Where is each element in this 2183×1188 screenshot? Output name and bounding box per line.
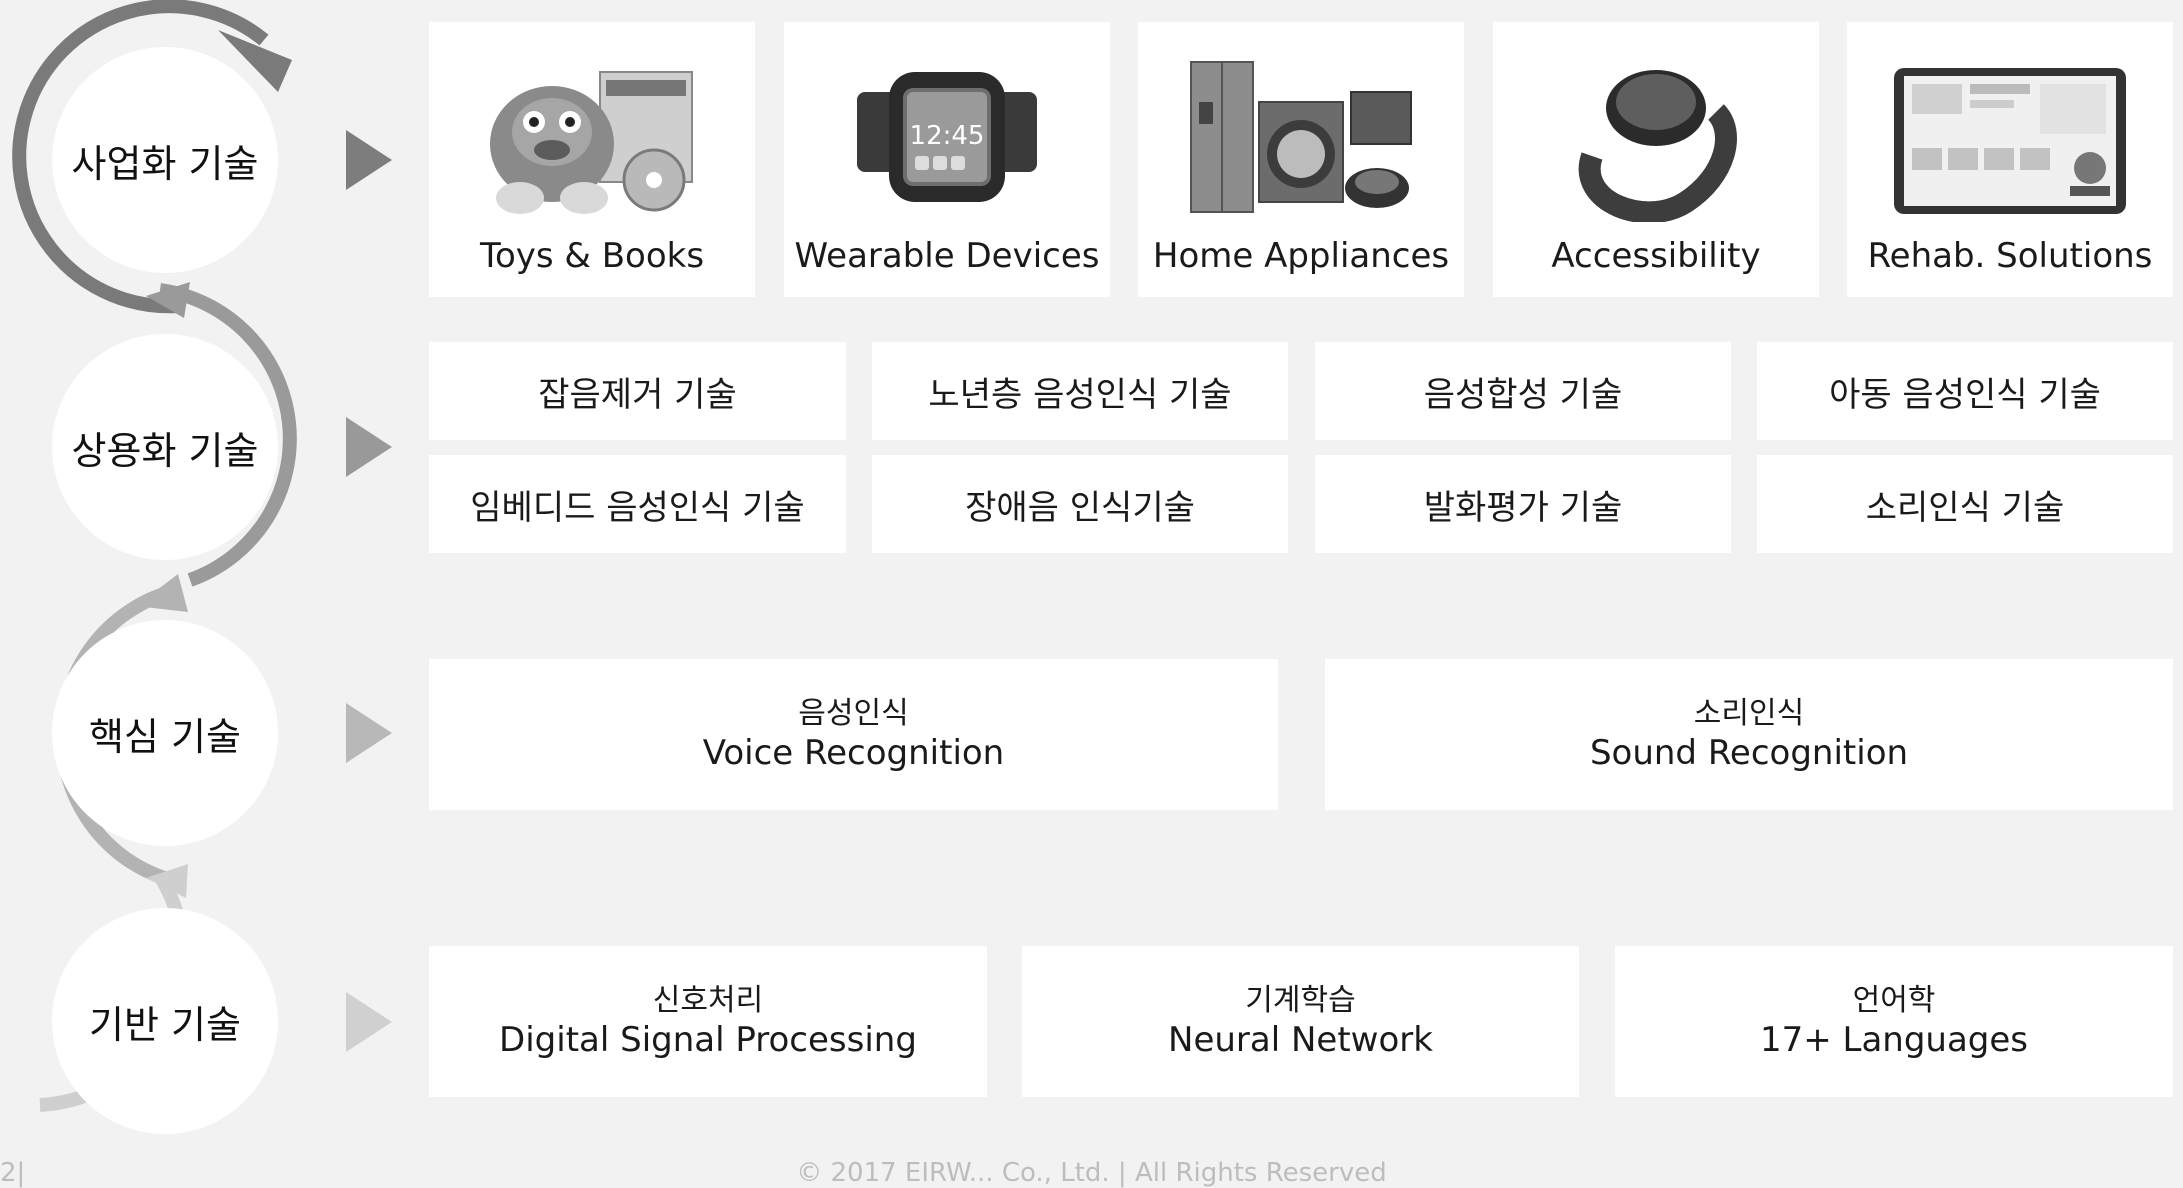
tech-label: 장애음 인식기술 [965, 487, 1195, 528]
tech-label: 발화평가 기술 [1423, 487, 1623, 528]
base-tech-korean: 신호처리 [652, 983, 764, 1019]
product-card-accessibility: Accessibility [1493, 22, 1819, 297]
commercial-tech-box: 발화평가 기술 [1315, 455, 1731, 553]
tier-label: 기반 기술 [89, 1002, 241, 1047]
play-icon [346, 130, 392, 190]
play-icon [346, 417, 392, 477]
core-tech-box-sound: 소리인식 Sound Recognition [1325, 659, 2173, 810]
product-label: Toys & Books [479, 235, 705, 276]
tablet-app-image [1894, 67, 2126, 214]
base-tech-box-lang: 언어학 17+ Languages [1615, 946, 2173, 1097]
home-appliances-image [1190, 60, 1412, 213]
tech-label: 소리인식 기술 [1865, 487, 2065, 528]
base-tech-english: Digital Signal Processing [499, 1019, 917, 1060]
tech-label: 잡음제거 기술 [538, 374, 737, 415]
core-tech-korean: 음성인식 [798, 696, 909, 732]
base-tech-box-nn: 기계학습 Neural Network [1022, 946, 1579, 1097]
product-card-appliances: Home Appliances [1138, 22, 1464, 297]
footer-copyright: © 2017 EIRW... Co., Ltd. | All Rights Re… [796, 1158, 1387, 1188]
core-tech-box-voice: 음성인식 Voice Recognition [429, 659, 1278, 810]
tech-label: 임베디드 음성인식 기술 [470, 487, 805, 528]
commercial-tech-box: 아동 음성인식 기술 [1757, 342, 2173, 440]
product-label: Rehab. Solutions [1867, 235, 2153, 276]
tier-chain: 사업화 기술 상용화 기술 핵심 기술 기반 기술 [0, 0, 360, 1174]
commercial-tech-box: 잡음제거 기술 [429, 342, 846, 440]
product-card-rehab: Rehab. Solutions [1847, 22, 2173, 297]
base-tech-korean: 언어학 [1852, 983, 1936, 1019]
tech-label: 노년층 음성인식 기술 [928, 374, 1232, 415]
commercial-tech-box: 소리인식 기술 [1757, 455, 2173, 553]
commercial-tech-box: 노년층 음성인식 기술 [872, 342, 1288, 440]
commercial-tech-box: 음성합성 기술 [1315, 342, 1731, 440]
product-label: Wearable Devices [794, 235, 1100, 276]
product-card-toys-books: Toys & Books [429, 22, 755, 297]
tier-circle-business: 사업화 기술 [52, 47, 278, 273]
toys-books-image [490, 70, 693, 214]
core-tech-english: Voice Recognition [702, 732, 1005, 773]
tier-circle-base: 기반 기술 [52, 908, 278, 1134]
base-tech-box-dsp: 신호처리 Digital Signal Processing [429, 946, 987, 1097]
play-icon [346, 992, 392, 1052]
product-label: Home Appliances [1152, 235, 1450, 276]
commercial-tech-box: 장애음 인식기술 [872, 455, 1288, 553]
tier-circle-core: 핵심 기술 [52, 620, 278, 846]
tech-stack-diagram: 사업화 기술 상용화 기술 핵심 기술 기반 기술 Toys & Books 1… [0, 0, 2183, 1188]
core-tech-english: Sound Recognition [1589, 732, 1909, 773]
tier-label: 사업화 기술 [71, 141, 259, 186]
base-tech-english: Neural Network [1168, 1019, 1433, 1060]
product-card-wearables: 12:45 Wearable Devices [784, 22, 1110, 297]
tier-label: 핵심 기술 [89, 714, 241, 759]
core-tech-korean: 소리인식 [1693, 696, 1805, 732]
smartwatch-image: 12:45 [857, 71, 1037, 202]
tier-circle-commercial: 상용화 기술 [52, 334, 278, 560]
tier-label: 상용화 기술 [71, 428, 259, 473]
arrowhead-tier-3 [136, 574, 188, 612]
wristband-device-image [1578, 69, 1737, 222]
base-tech-english: 17+ Languages [1759, 1019, 2029, 1060]
svg-text:12:45: 12:45 [910, 121, 985, 151]
base-tech-korean: 기계학습 [1245, 983, 1356, 1019]
product-label: Accessibility [1551, 235, 1761, 276]
play-icon [346, 703, 392, 763]
tech-label: 음성합성 기술 [1423, 374, 1623, 415]
tech-label: 아동 음성인식 기술 [1829, 374, 2101, 415]
commercial-tech-box: 임베디드 음성인식 기술 [429, 455, 846, 553]
